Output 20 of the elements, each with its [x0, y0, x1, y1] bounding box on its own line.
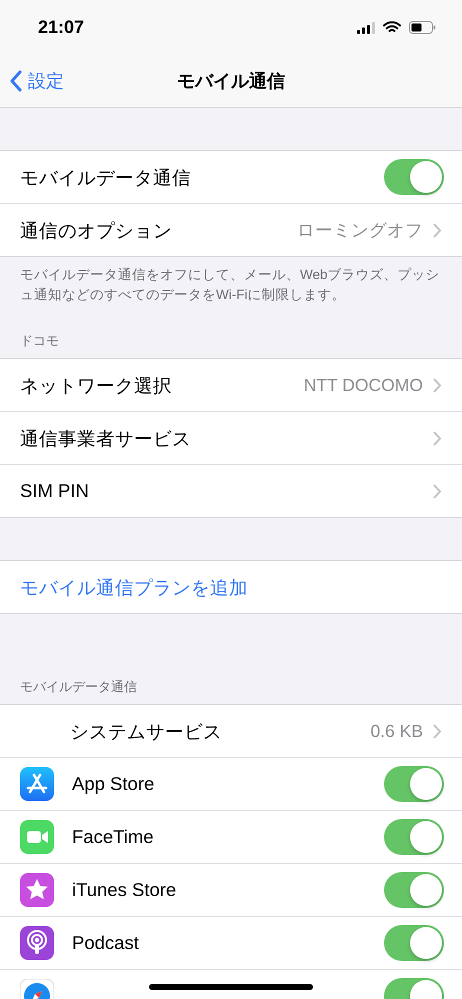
screen-title: モバイル通信: [177, 70, 285, 93]
row-value: ローミングオフ: [297, 219, 423, 242]
row-label: Podcast: [72, 932, 140, 954]
status-time: 21:07: [38, 17, 84, 38]
section-header: ドコモ: [19, 332, 60, 350]
section-header: モバイルデータ通信: [19, 678, 138, 696]
back-button[interactable]: 設定: [0, 69, 64, 93]
row-label: 通信事業者サービス: [20, 426, 192, 451]
row-label: FaceTime: [72, 826, 155, 848]
row-label: システムサービス: [70, 720, 223, 744]
row-value: NTT DOCOMO: [304, 374, 423, 396]
row-label: ネットワーク選択: [20, 374, 173, 398]
row-label: SIM PIN: [20, 480, 90, 502]
row-label: 通信のオプション: [20, 218, 173, 242]
row-label: App Store: [72, 773, 156, 796]
add-plan-link[interactable]: モバイル通信プランを追加: [20, 574, 442, 600]
row-label: iTunes Store: [72, 879, 178, 902]
row-value: 0.6 KB: [370, 720, 423, 742]
row-label: モバイルデータ通信: [20, 166, 192, 190]
section-footer: モバイルデータ通信をオフにして、メール、Webブラウズ、プッシュ通知などのすべてのデータをWi-Fiに制限します。: [0, 257, 462, 304]
